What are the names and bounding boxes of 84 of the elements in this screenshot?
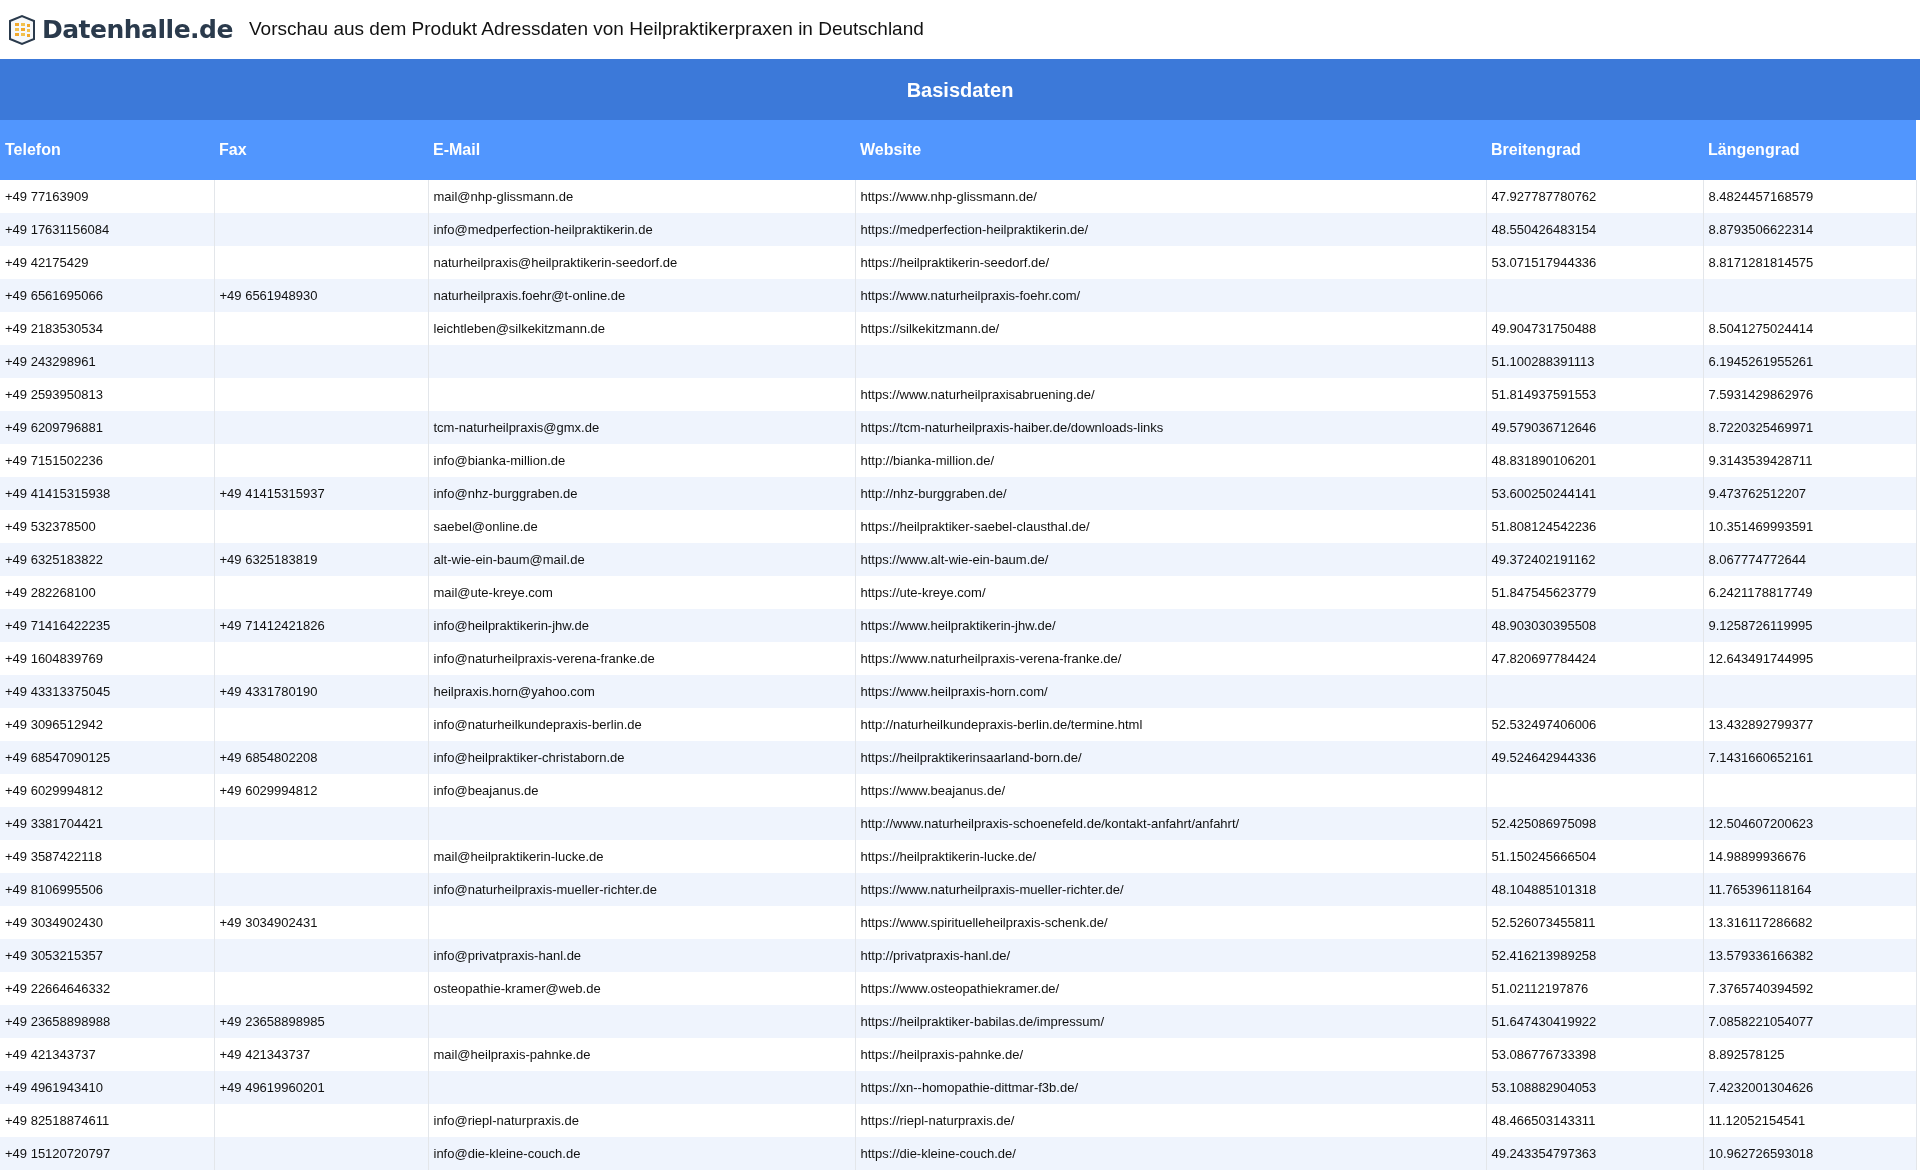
table-cell: 11.765396118164	[1703, 873, 1916, 906]
table-cell: https://www.naturheilpraxis-foehr.com/	[855, 279, 1486, 312]
table-cell: 48.104885101318	[1486, 873, 1703, 906]
table-cell: +49 41415315937	[214, 477, 428, 510]
column-header: Längengrad	[1703, 120, 1916, 180]
table-cell: http://nhz-burggraben.de/	[855, 477, 1486, 510]
table-cell: info@medperfection-heilpraktikerin.de	[428, 213, 855, 246]
table-cell: heilpraxis.horn@yahoo.com	[428, 675, 855, 708]
table-cell: 8.067774772644	[1703, 543, 1916, 576]
table-cell: 51.100288391113	[1486, 345, 1703, 378]
table-cell: http://privatpraxis-hanl.de/	[855, 939, 1486, 972]
table-cell: +49 71412421826	[214, 609, 428, 642]
table-cell: info@heilpraktiker-christaborn.de	[428, 741, 855, 774]
table-cell: +49 8106995506	[0, 873, 214, 906]
table-cell: 7.4232001304626	[1703, 1071, 1916, 1104]
column-header: Website	[855, 120, 1486, 180]
section-header: Basisdaten	[0, 59, 1920, 120]
table-cell: +49 6209796881	[0, 411, 214, 444]
table-cell: +49 43313375045	[0, 675, 214, 708]
table-cell: +49 17631156084	[0, 213, 214, 246]
table-cell: https://www.heilpraktikerin-jhw.de/	[855, 609, 1486, 642]
table-cell: tcm-naturheilpraxis@gmx.de	[428, 411, 855, 444]
table-cell: +49 6561948930	[214, 279, 428, 312]
table-cell: +49 4961943410	[0, 1071, 214, 1104]
table-cell: https://www.alt-wie-ein-baum.de/	[855, 543, 1486, 576]
table-cell: https://heilpraktikerinsaarland-born.de/	[855, 741, 1486, 774]
table-cell: https://medperfection-heilpraktikerin.de/	[855, 213, 1486, 246]
table-cell: 9.1258726119995	[1703, 609, 1916, 642]
table-cell: +49 6854802208	[214, 741, 428, 774]
table-cell: 53.108882904053	[1486, 1071, 1703, 1104]
table-cell: https://www.naturheilpraxis-mueller-richter.de/	[855, 873, 1486, 906]
table-cell: 49.372402191162	[1486, 543, 1703, 576]
table-cell: +49 243298961	[0, 345, 214, 378]
table-cell: alt-wie-ein-baum@mail.de	[428, 543, 855, 576]
table-cell: 7.0858221054077	[1703, 1005, 1916, 1038]
table-cell: +49 3053215357	[0, 939, 214, 972]
table-cell: 10.962726593018	[1703, 1137, 1916, 1170]
table-cell: https://www.heilpraxis-horn.com/	[855, 675, 1486, 708]
table-cell: 52.425086975098	[1486, 807, 1703, 840]
table-cell: 49.579036712646	[1486, 411, 1703, 444]
table-cell: +49 68547090125	[0, 741, 214, 774]
table-cell: https://tcm-naturheilpraxis-haiber.de/downloads-links	[855, 411, 1486, 444]
table-cell: 48.903030395508	[1486, 609, 1703, 642]
table-cell: 51.647430419922	[1486, 1005, 1703, 1038]
table-cell: info@privatpraxis-hanl.de	[428, 939, 855, 972]
table-cell: +49 3381704421	[0, 807, 214, 840]
column-header: Telefon	[0, 120, 214, 180]
table-cell: +49 15120720797	[0, 1137, 214, 1170]
table-cell: +49 4331780190	[214, 675, 428, 708]
table-cell: 7.1431660652161	[1703, 741, 1916, 774]
table-cell: http://www.naturheilpraxis-schoenefeld.de/kontakt-anfahrt/anfahrt/	[855, 807, 1486, 840]
table-cell: 12.504607200623	[1703, 807, 1916, 840]
column-header: Fax	[214, 120, 428, 180]
table-cell: info@naturheilpraxis-mueller-richter.de	[428, 873, 855, 906]
table-cell: 8.8793506622314	[1703, 213, 1916, 246]
table-cell: https://heilpraktiker-babilas.de/impressum/	[855, 1005, 1486, 1038]
table-cell: +49 41415315938	[0, 477, 214, 510]
table-cell: 8.7220325469971	[1703, 411, 1916, 444]
table-cell: +49 6325183819	[214, 543, 428, 576]
table-cell: +49 71416422235	[0, 609, 214, 642]
column-header: Breitengrad	[1486, 120, 1703, 180]
logo-text[interactable]: Datenhalle.de	[42, 10, 233, 49]
table-cell: https://xn--homopathie-dittmar-f3b.de/	[855, 1071, 1486, 1104]
table-cell: 48.550426483154	[1486, 213, 1703, 246]
page-title: Vorschau aus dem Produkt Adressdaten von Heilpraktikerpraxen in Deutschland	[248, 17, 924, 42]
table-cell: +49 49619960201	[214, 1071, 428, 1104]
table-cell: +49 23658898988	[0, 1005, 214, 1038]
table-cell: naturheilpraxis.foehr@t-online.de	[428, 279, 855, 312]
table-cell: 49.524642944336	[1486, 741, 1703, 774]
table-cell: 13.579336166382	[1703, 939, 1916, 972]
table-cell: 49.243354797363	[1486, 1137, 1703, 1170]
logo-icon	[6, 13, 38, 46]
table-cell: 6.1945261955261	[1703, 345, 1916, 378]
table-cell: 52.416213989258	[1486, 939, 1703, 972]
table-cell: +49 23658898985	[214, 1005, 428, 1038]
column-header: E-Mail	[428, 120, 855, 180]
table-cell: +49 6325183822	[0, 543, 214, 576]
table-cell: +49 6561695066	[0, 279, 214, 312]
table-cell: info@heilpraktikerin-jhw.de	[428, 609, 855, 642]
table-cell: info@nhz-burggraben.de	[428, 477, 855, 510]
table-cell: https://die-kleine-couch.de/	[855, 1137, 1486, 1170]
table-cell: info@die-kleine-couch.de	[428, 1137, 855, 1170]
table-cell: 9.473762512207	[1703, 477, 1916, 510]
table-cell: 53.600250244141	[1486, 477, 1703, 510]
